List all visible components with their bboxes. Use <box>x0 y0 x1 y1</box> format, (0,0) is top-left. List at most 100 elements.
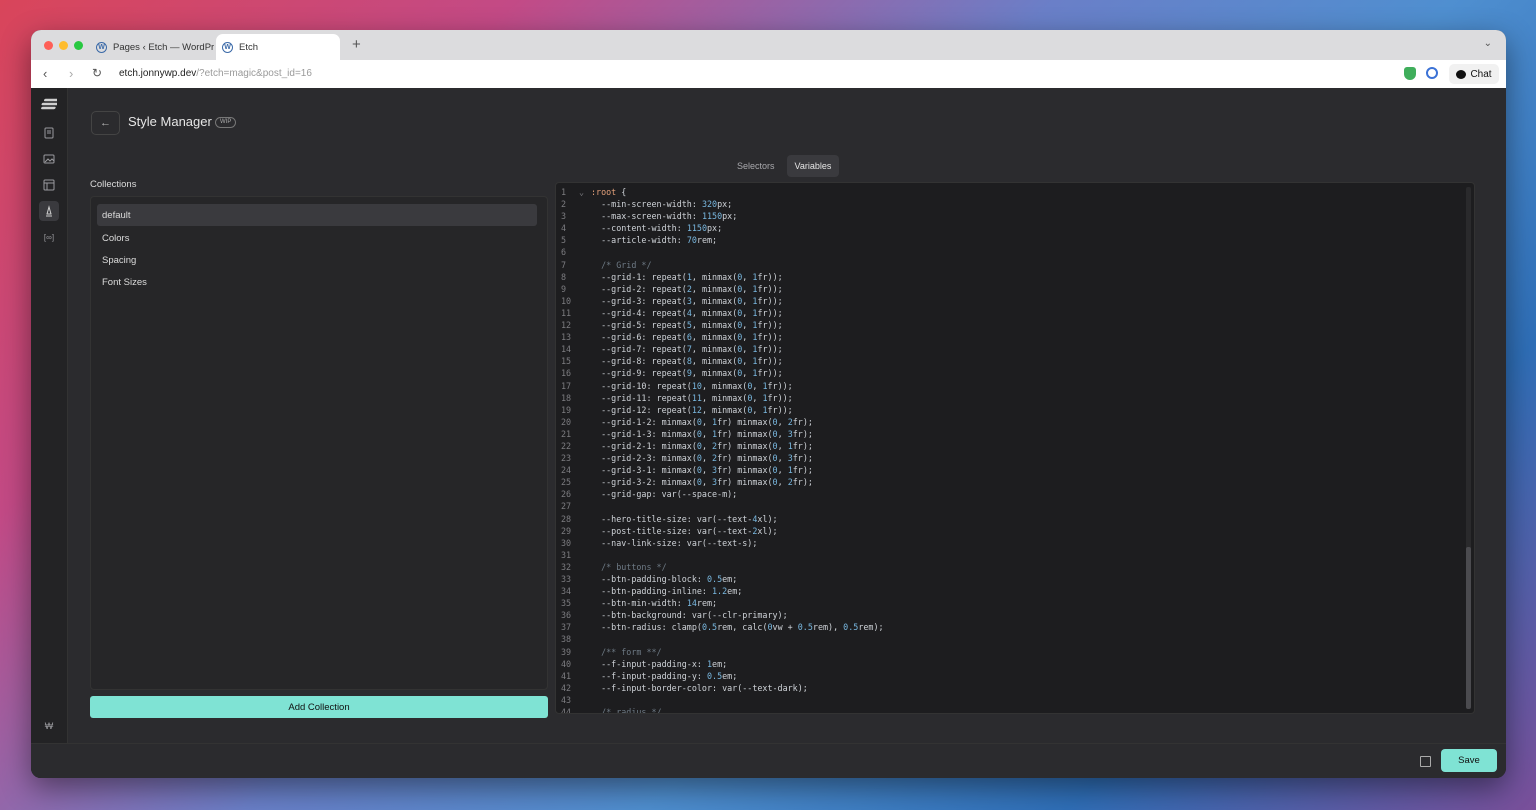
code-line[interactable]: 36 --btn-background: var(--clr-primary); <box>556 609 884 621</box>
new-tab-button[interactable]: + <box>352 36 361 53</box>
pages-icon[interactable] <box>41 125 57 141</box>
code-line[interactable]: 19 --grid-12: repeat(12, minmax(0, 1fr))… <box>556 404 884 416</box>
line-number: 17 <box>561 380 572 391</box>
code-editor[interactable]: 1 ⌄:root {2 --min-screen-width: 320px; 3 -… <box>555 182 1475 714</box>
external-link-icon[interactable] <box>1420 756 1431 767</box>
layout-icon[interactable] <box>41 177 57 193</box>
code-lines[interactable]: 1 ⌄:root {2 --min-screen-width: 320px; 3 -… <box>556 186 884 714</box>
fold-gutter <box>579 597 591 609</box>
wordpress-icon[interactable]: ₩ <box>41 718 57 734</box>
code-line[interactable]: 41 --f-input-padding-y: 0.5em; <box>556 670 884 682</box>
line-number: 26 <box>561 489 572 500</box>
code-line[interactable]: 33 --btn-padding-block: 0.5em; <box>556 573 884 585</box>
tab-variables[interactable]: Variables <box>786 155 840 177</box>
fold-gutter <box>579 633 591 645</box>
close-window-button[interactable] <box>44 41 53 50</box>
code-line[interactable]: 26 --grid-gap: var(--space-m); <box>556 488 884 500</box>
code-line[interactable]: 22 --grid-2-1: minmax(0, 2fr) minmax(0, … <box>556 440 884 452</box>
code-line[interactable]: 2 --min-screen-width: 320px; <box>556 198 884 210</box>
code-line[interactable]: 18 --grid-11: repeat(11, minmax(0, 1fr))… <box>556 392 884 404</box>
collection-item-default[interactable]: default <box>97 204 537 226</box>
code-line[interactable]: 31 <box>556 549 884 561</box>
chevron-down-icon[interactable]: ⌄ <box>1484 38 1492 49</box>
code-line[interactable]: 13 --grid-6: repeat(6, minmax(0, 1fr)); <box>556 331 884 343</box>
code-line[interactable]: 21 --grid-1-3: minmax(0, 1fr) minmax(0, … <box>556 428 884 440</box>
collection-item-colors[interactable]: Colors <box>97 227 537 249</box>
code-line[interactable]: 4 --content-width: 1150px; <box>556 222 884 234</box>
code-line[interactable]: 29 --post-title-size: var(--text-2xl); <box>556 525 884 537</box>
collections-heading: Collections <box>90 179 137 190</box>
fold-gutter <box>579 392 591 404</box>
code-line[interactable]: 37 --btn-radius: clamp(0.5rem, calc(0vw … <box>556 621 884 633</box>
url-path: /?etch=magic&post_id=16 <box>196 68 312 79</box>
scrollbar-thumb[interactable] <box>1466 547 1471 709</box>
code-line[interactable]: 27 <box>556 500 884 512</box>
browser-tab-etch[interactable]: W Etch <box>216 34 340 60</box>
code-line[interactable]: 3 --max-screen-width: 1150px; <box>556 210 884 222</box>
code-line[interactable]: 32 /* buttons */ <box>556 561 884 573</box>
code-line[interactable]: 25 --grid-3-2: minmax(0, 3fr) minmax(0, … <box>556 476 884 488</box>
code-line[interactable]: 43 <box>556 694 884 706</box>
maximize-window-button[interactable] <box>74 41 83 50</box>
code-line[interactable]: 1 ⌄:root { <box>556 186 884 198</box>
back-button[interactable]: ← <box>91 111 120 135</box>
url-field[interactable]: etch.jonnywp.dev/?etch=magic&post_id=16 <box>119 68 312 79</box>
code-line[interactable]: 24 --grid-3-1: minmax(0, 3fr) minmax(0, … <box>556 464 884 476</box>
tab-selectors[interactable]: Selectors <box>729 155 783 177</box>
code-line[interactable]: 9 --grid-2: repeat(2, minmax(0, 1fr)); <box>556 283 884 295</box>
collection-item-font-sizes[interactable]: Font Sizes <box>97 271 537 293</box>
browser-tab-pages[interactable]: W Pages ‹ Etch — WordPr <box>90 34 216 60</box>
code-line[interactable]: 16 --grid-9: repeat(9, minmax(0, 1fr)); <box>556 367 884 379</box>
code-line[interactable]: 7 /* Grid */ <box>556 259 884 271</box>
code-line[interactable]: 6 <box>556 246 884 258</box>
code-line[interactable]: 42 --f-input-border-color: var(--text-da… <box>556 682 884 694</box>
fold-gutter <box>579 452 591 464</box>
collection-item-spacing[interactable]: Spacing <box>97 249 537 271</box>
save-button[interactable]: Save <box>1441 749 1497 772</box>
editor-scrollbar[interactable] <box>1466 187 1471 709</box>
code-line[interactable]: 12 --grid-5: repeat(5, minmax(0, 1fr)); <box>556 319 884 331</box>
code-text: --grid-1: repeat(1, minmax(0, 1fr)); <box>591 271 783 282</box>
fold-gutter <box>579 609 591 621</box>
code-line[interactable]: 17 --grid-10: repeat(10, minmax(0, 1fr))… <box>556 380 884 392</box>
fold-gutter <box>579 561 591 573</box>
chat-button[interactable]: Chat <box>1449 64 1499 84</box>
code-line[interactable]: 14 --grid-7: repeat(7, minmax(0, 1fr)); <box>556 343 884 355</box>
code-line[interactable]: 35 --btn-min-width: 14rem; <box>556 597 884 609</box>
reload-icon[interactable]: ↻ <box>92 66 102 80</box>
code-line[interactable]: 5 --article-width: 70rem; <box>556 234 884 246</box>
line-number: 15 <box>561 356 572 367</box>
code-line[interactable]: 23 --grid-2-3: minmax(0, 2fr) minmax(0, … <box>556 452 884 464</box>
code-line[interactable]: 40 --f-input-padding-x: 1em; <box>556 658 884 670</box>
fold-gutter <box>579 694 591 706</box>
code-line[interactable]: 38 <box>556 633 884 645</box>
variables-icon[interactable]: [∞] <box>41 229 57 245</box>
fold-gutter <box>579 210 591 222</box>
etch-logo-icon[interactable] <box>40 96 58 112</box>
code-line[interactable]: 8 --grid-1: repeat(1, minmax(0, 1fr)); <box>556 271 884 283</box>
password-manager-icon[interactable] <box>1426 67 1438 79</box>
code-line[interactable]: 15 --grid-8: repeat(8, minmax(0, 1fr)); <box>556 355 884 367</box>
code-line[interactable]: 44 /* radius */ <box>556 706 884 714</box>
code-line[interactable]: 20 --grid-1-2: minmax(0, 1fr) minmax(0, … <box>556 416 884 428</box>
code-line[interactable]: 34 --btn-padding-inline: 1.2em; <box>556 585 884 597</box>
fold-chevron-icon[interactable]: ⌄ <box>579 186 591 198</box>
media-icon[interactable] <box>41 151 57 167</box>
forward-arrow-icon[interactable]: › <box>69 66 73 81</box>
code-line[interactable]: 39 /** form **/ <box>556 646 884 658</box>
code-line[interactable]: 28 --hero-title-size: var(--text-4xl); <box>556 513 884 525</box>
code-text: --post-title-size: var(--text-2xl); <box>591 525 778 536</box>
code-line[interactable]: 10 --grid-3: repeat(3, minmax(0, 1fr)); <box>556 295 884 307</box>
line-number: 27 <box>561 501 572 512</box>
shield-extension-icon[interactable] <box>1404 67 1416 80</box>
minimize-window-button[interactable] <box>59 41 68 50</box>
code-line[interactable]: 11 --grid-4: repeat(4, minmax(0, 1fr)); <box>556 307 884 319</box>
tab-title: Pages ‹ Etch — WordPr <box>113 41 215 53</box>
style-manager-icon[interactable] <box>39 201 59 221</box>
fold-gutter <box>579 513 591 525</box>
code-line[interactable]: 30 --nav-link-size: var(--text-s); <box>556 537 884 549</box>
add-collection-button[interactable]: Add Collection <box>90 696 548 718</box>
back-arrow-icon[interactable]: ‹ <box>43 66 47 81</box>
code-text: /* radius */ <box>591 707 662 714</box>
code-text: --btn-padding-block: 0.5em; <box>591 574 738 584</box>
